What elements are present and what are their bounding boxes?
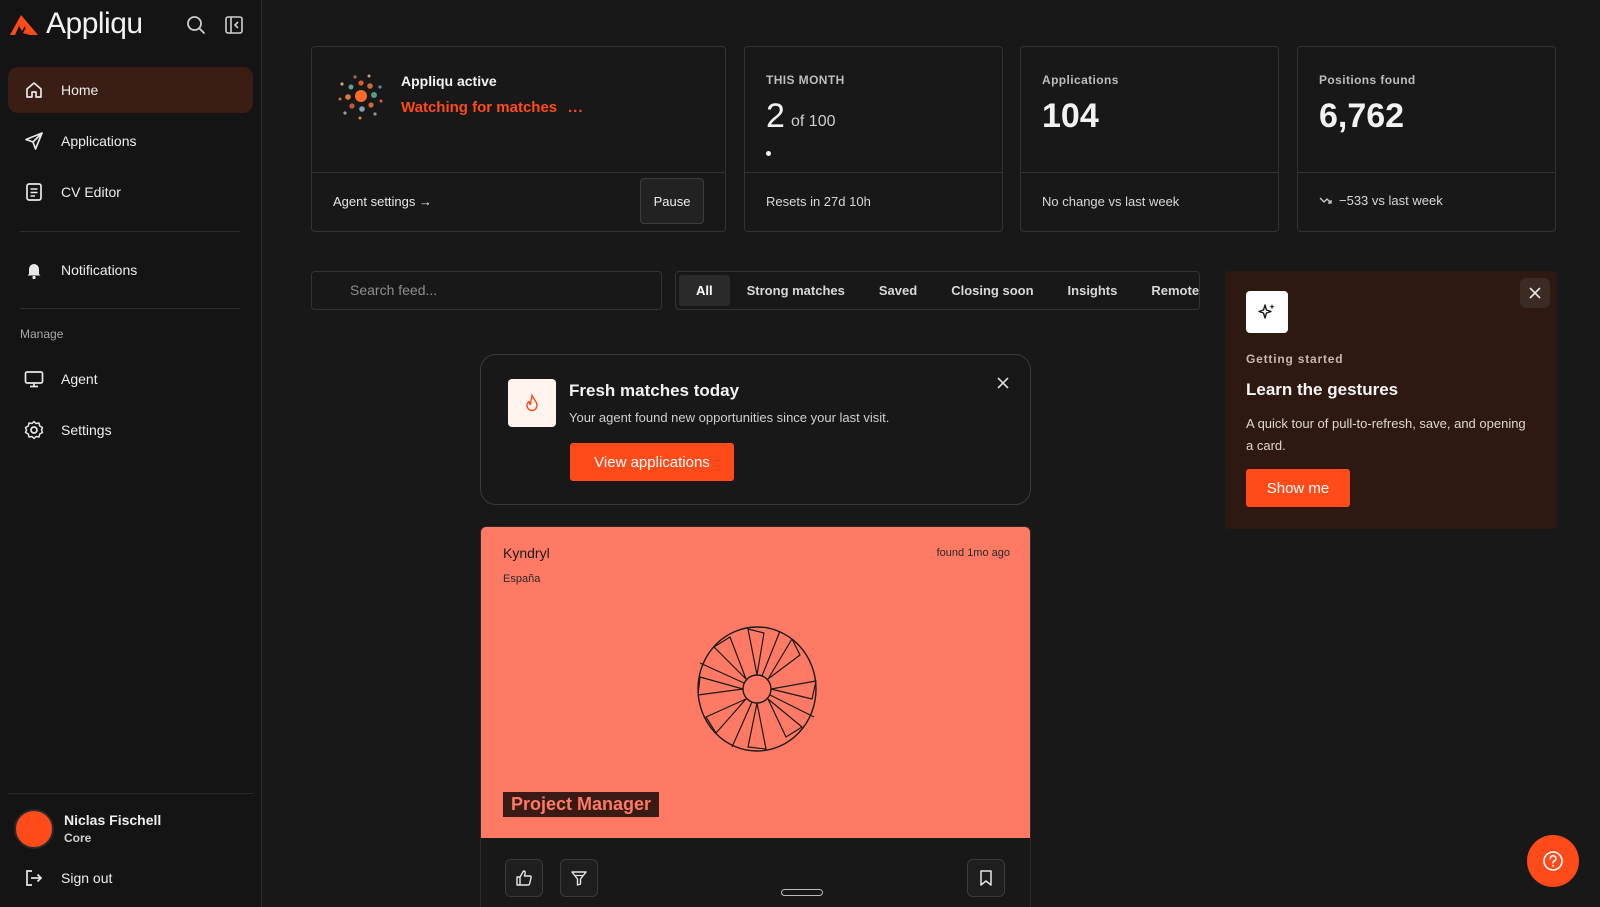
filter-icon	[571, 871, 587, 886]
feed-tabs: All Strong matches Saved Closing soon In…	[675, 271, 1200, 310]
help-button[interactable]	[1527, 835, 1579, 887]
agent-settings-link[interactable]: Agent settings →	[333, 194, 432, 209]
positions-change: −533 vs last week	[1339, 193, 1443, 208]
job-company: Kyndryl	[503, 545, 550, 561]
applications-value: 104	[1042, 97, 1099, 135]
sidebar-item-label: Agent	[61, 371, 98, 387]
this-month-of: of 100	[791, 113, 836, 130]
pause-button[interactable]: Pause	[640, 178, 704, 224]
sidebar-item-notifications[interactable]: Notifications	[8, 247, 253, 293]
sidebar-item-label: CV Editor	[61, 184, 121, 200]
brand[interactable]: Appliqu	[8, 6, 143, 42]
sidebar-divider	[20, 308, 240, 309]
drag-handle[interactable]	[781, 889, 823, 896]
user-plan: Core	[64, 831, 92, 845]
collapse-sidebar-icon[interactable]	[223, 14, 245, 36]
card-divider	[312, 172, 725, 173]
card-divider	[1298, 172, 1555, 173]
tab-insights[interactable]: Insights	[1051, 275, 1135, 306]
home-icon	[26, 82, 42, 98]
tab-closing-soon[interactable]: Closing soon	[934, 275, 1050, 306]
getting-started-label: Getting started	[1246, 352, 1344, 366]
trend-down-icon	[1319, 197, 1332, 204]
fresh-title: Fresh matches today	[569, 381, 740, 400]
monitor-icon	[24, 371, 44, 388]
sidebar-item-cv-editor[interactable]: CV Editor	[8, 169, 253, 215]
sign-out-button[interactable]: Sign out	[8, 855, 253, 901]
sidebar-item-label: Applications	[61, 133, 137, 149]
typing-dots-icon: ...	[568, 99, 584, 116]
user-block-divider	[8, 793, 253, 794]
job-found-time: found 1mo ago	[936, 547, 1010, 559]
sign-out-icon	[26, 870, 43, 886]
job-card-header: Kyndryl España found 1mo ago Project Man…	[481, 527, 1030, 838]
show-me-button[interactable]: Show me	[1246, 469, 1350, 507]
applications-change: No change vs last week	[1042, 194, 1180, 209]
agent-title: Appliqu active	[401, 73, 497, 89]
this-month-reset: Resets in 27d 10h	[766, 194, 871, 209]
tab-all[interactable]: All	[679, 275, 730, 306]
positions-label: Positions found	[1319, 73, 1416, 87]
help-icon	[1543, 851, 1563, 871]
positions-value: 6,762	[1319, 97, 1405, 135]
job-location: España	[503, 573, 541, 585]
applications-label: Applications	[1042, 73, 1119, 87]
card-divider	[745, 172, 1002, 173]
brand-name: Appliqu	[46, 7, 143, 40]
sidebar-item-label: Home	[61, 82, 99, 98]
view-applications-button[interactable]: View applications	[570, 443, 734, 481]
bookmark-icon	[980, 870, 992, 886]
fresh-icon-tile	[508, 379, 556, 427]
like-button[interactable]	[505, 859, 543, 897]
applications-stat-card: Applications 104 No change vs last week	[1020, 46, 1279, 232]
user-name: Niclas Fischell	[64, 812, 162, 828]
appliqu-logo-icon	[10, 15, 38, 35]
agent-activity-icon	[338, 74, 383, 120]
sidebar-item-agent[interactable]: Agent	[8, 356, 253, 402]
getting-started-text: A quick tour of pull-to-refresh, save, a…	[1246, 416, 1526, 453]
close-icon[interactable]	[995, 375, 1011, 391]
sidebar-divider	[20, 231, 240, 232]
this-month-value: 2	[766, 97, 785, 135]
send-icon	[25, 132, 43, 150]
avatar[interactable]	[14, 809, 54, 849]
sidebar: Appliqu Home Applications CV Editor Noti…	[0, 0, 262, 907]
save-bookmark-button[interactable]	[967, 859, 1005, 897]
this-month-card: THIS MONTH 2 of 100 Resets in 27d 10h	[744, 46, 1003, 232]
getting-started-panel: Getting started Learn the gestures A qui…	[1225, 271, 1557, 529]
fresh-subtitle: Your agent found new opportunities since…	[569, 410, 890, 425]
card-divider	[1021, 172, 1278, 173]
job-title: Project Manager	[503, 792, 660, 817]
close-icon	[1529, 287, 1541, 299]
sidebar-item-applications[interactable]: Applications	[8, 118, 253, 164]
document-icon	[26, 183, 42, 201]
fresh-matches-banner: Fresh matches today Your agent found new…	[480, 354, 1031, 505]
sign-out-label: Sign out	[61, 870, 113, 886]
tab-remote[interactable]: Remote	[1134, 275, 1216, 306]
flame-icon	[526, 394, 538, 412]
filter-button[interactable]	[560, 859, 598, 897]
search-feed-input[interactable]: Search feed...	[311, 271, 662, 310]
thumbs-up-icon	[516, 870, 532, 886]
sparkle-icon-tile	[1246, 291, 1288, 333]
this-month-progress-bar	[766, 151, 771, 156]
tab-strong-matches[interactable]: Strong matches	[730, 275, 862, 306]
sidebar-item-home[interactable]: Home	[8, 67, 253, 113]
getting-started-title: Learn the gestures	[1246, 380, 1399, 399]
positions-stat-card: Positions found 6,762 −533 vs last week	[1297, 46, 1556, 232]
bell-icon	[27, 264, 41, 280]
sidebar-item-label: Settings	[61, 422, 112, 438]
gear-icon	[24, 420, 44, 440]
this-month-label: THIS MONTH	[766, 73, 845, 87]
getting-started-close-button[interactable]	[1520, 278, 1550, 308]
search-icon[interactable]	[185, 14, 207, 36]
sidebar-item-label: Notifications	[61, 262, 138, 278]
section-label-manage: Manage	[20, 327, 64, 341]
company-logo-sketch-icon	[697, 626, 817, 752]
tab-saved[interactable]: Saved	[862, 275, 934, 306]
sparkle-icon	[1258, 304, 1275, 319]
job-card[interactable]: Kyndryl España found 1mo ago Project Man…	[480, 526, 1031, 907]
sidebar-item-settings[interactable]: Settings	[8, 407, 253, 453]
agent-status: Watching for matches	[401, 99, 558, 116]
